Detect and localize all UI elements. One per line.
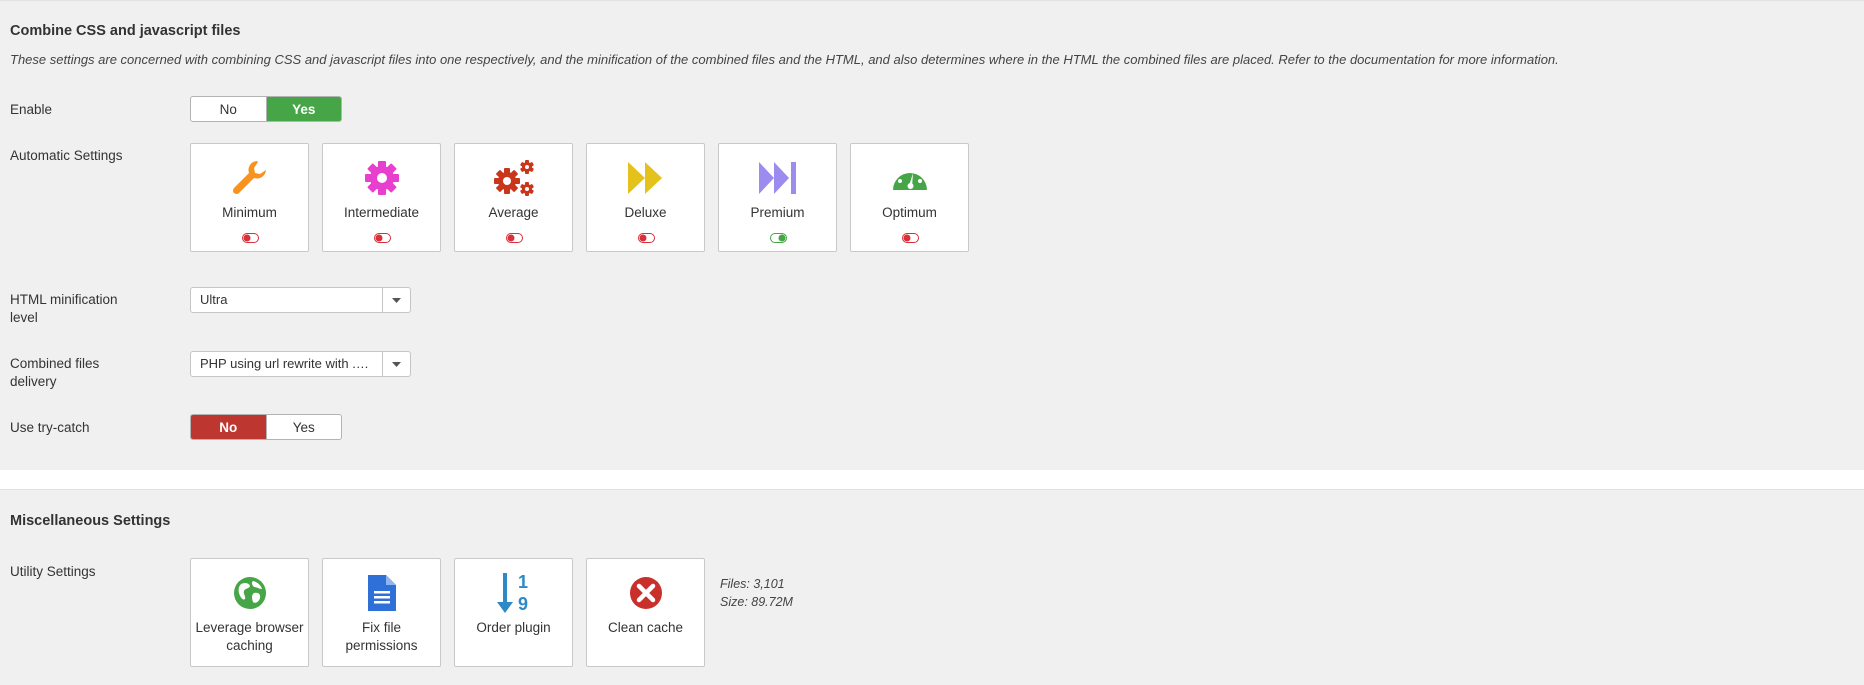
label-line: Clean cache <box>607 620 684 635</box>
toggle-off-icon[interactable] <box>505 231 523 247</box>
svg-text:1: 1 <box>517 572 527 592</box>
tile-clean-cache[interactable]: Clean cache <box>586 558 705 667</box>
enable-toggle: No Yes <box>190 96 342 122</box>
try-catch-toggle: No Yes <box>190 414 342 440</box>
tile-order-plugin[interactable]: 1 9 Order plugin <box>454 558 573 667</box>
tile-deluxe[interactable]: Deluxe <box>586 143 705 252</box>
tile-fix-file-permissions[interactable]: Fix file permissions <box>322 558 441 667</box>
label-line: caching <box>226 638 273 653</box>
cog-icon <box>323 158 440 198</box>
remove-icon <box>587 573 704 613</box>
cache-size: Size: 89.72M <box>720 595 793 609</box>
combined-delivery-label: Combined files delivery <box>10 355 99 391</box>
toggle-off-icon[interactable] <box>373 231 391 247</box>
select-value: PHP using url rewrite with .htaccess <box>200 356 376 371</box>
fast-forward-icon <box>587 158 704 198</box>
html-minification-label: HTML minification level <box>10 291 118 327</box>
tile-label: Clean cache <box>591 619 700 637</box>
caret-down-icon[interactable] <box>382 288 410 312</box>
try-catch-label: Use try-catch <box>10 420 90 435</box>
label-line: delivery <box>10 374 57 389</box>
cache-info: Files: 3,101 Size: 89.72M <box>720 575 793 611</box>
tile-label: Order plugin <box>459 619 568 637</box>
toggle-on-icon[interactable] <box>769 231 787 247</box>
tile-label: Premium <box>750 205 805 220</box>
toggle-off-icon[interactable] <box>241 231 259 247</box>
combined-delivery-select[interactable]: PHP using url rewrite with .htaccess <box>190 351 411 377</box>
tile-label: Optimum <box>882 205 937 220</box>
tile-label: Minimum <box>222 205 277 220</box>
label-line: Fix file <box>361 620 401 635</box>
tile-label: Leverage browser caching <box>195 619 304 655</box>
enable-no-button[interactable]: No <box>191 97 266 121</box>
tile-leverage-browser-caching[interactable]: Leverage browser caching <box>190 558 309 667</box>
caret-down-icon[interactable] <box>382 352 410 376</box>
tile-label: Intermediate <box>343 205 420 220</box>
toggle-off-icon[interactable] <box>637 231 655 247</box>
enable-yes-button[interactable]: Yes <box>265 97 341 121</box>
section-title: Combine CSS and javascript files <box>10 23 241 39</box>
files-count: Files: 3,101 <box>720 577 785 591</box>
select-value: Ultra <box>200 292 228 307</box>
tile-average[interactable]: Average <box>454 143 573 252</box>
tile-intermediate[interactable]: Intermediate <box>322 143 441 252</box>
enable-label: Enable <box>10 102 53 117</box>
combine-panel: Combine CSS and javascript files These s… <box>0 0 1864 470</box>
toggle-off-icon[interactable] <box>901 231 919 247</box>
label-line: permissions <box>345 638 418 653</box>
svg-text:9: 9 <box>517 594 527 614</box>
label-line: HTML minification <box>10 292 118 307</box>
automatic-settings-label: Automatic Settings <box>10 148 123 163</box>
section-description: These settings are concerned with combin… <box>10 52 1559 67</box>
wrench-icon <box>191 158 308 198</box>
sort-numeric-icon: 1 9 <box>455 572 572 614</box>
try-catch-yes-button[interactable]: Yes <box>265 415 342 439</box>
label-line: level <box>10 310 38 325</box>
file-icon <box>323 573 440 613</box>
section-title: Miscellaneous Settings <box>10 513 171 529</box>
try-catch-no-button[interactable]: No <box>191 415 266 439</box>
cogs-icon <box>455 158 572 198</box>
dashboard-icon <box>851 158 968 198</box>
tile-label: Average <box>488 205 539 220</box>
label-line: Combined files <box>10 356 100 371</box>
label-line: Order plugin <box>476 620 551 635</box>
misc-panel: Miscellaneous Settings Utility Settings … <box>0 489 1864 685</box>
tile-minimum[interactable]: Minimum <box>190 143 309 252</box>
html-minification-select[interactable]: Ultra <box>190 287 411 313</box>
utility-settings-label: Utility Settings <box>10 564 96 579</box>
tile-label: Fix file permissions <box>327 619 436 655</box>
tile-optimum[interactable]: Optimum <box>850 143 969 252</box>
tile-premium[interactable]: Premium <box>718 143 837 252</box>
step-forward-icon <box>719 158 836 198</box>
globe-icon <box>191 573 308 613</box>
label-line: Leverage browser <box>195 620 304 635</box>
tile-label: Deluxe <box>624 205 667 220</box>
